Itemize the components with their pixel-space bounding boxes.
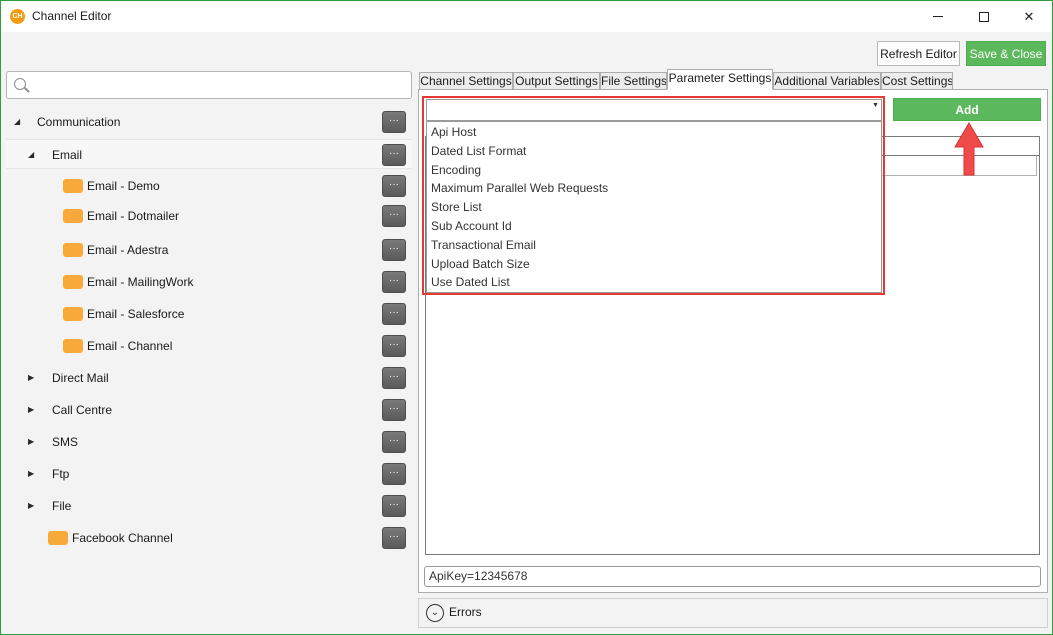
tree-item-label: Facebook Channel — [72, 531, 173, 545]
folder-icon — [48, 531, 68, 545]
channel-tree: ◢ Communication ··· ◢ Email ··· Email - Demo ··… — [6, 107, 412, 627]
tree-item[interactable]: Email - Channel ··· — [6, 331, 412, 361]
expand-icon[interactable]: ▶ — [28, 469, 38, 479]
tab-additional-variables[interactable]: Additional Variables — [773, 72, 881, 90]
tree-item[interactable]: Email - Salesforce ··· — [6, 299, 412, 329]
folder-icon — [63, 275, 83, 289]
refresh-editor-button[interactable]: Refresh Editor — [877, 41, 960, 66]
tree-item-label: Direct Mail — [52, 371, 109, 385]
more-options-button[interactable]: ··· — [382, 335, 406, 357]
close-icon: ✕ — [1023, 8, 1035, 24]
close-button[interactable]: ✕ — [1006, 1, 1052, 32]
folder-icon — [63, 179, 83, 193]
collapse-icon[interactable]: ◢ — [28, 150, 38, 160]
search-icon — [14, 78, 26, 90]
parameter-value-field[interactable]: ApiKey=12345678 — [424, 566, 1041, 587]
settings-tabstrip: Channel Settings Output Settings File Sett… — [419, 69, 1049, 90]
tree-item[interactable]: ◢ Communication ··· — [6, 107, 412, 137]
tree-item[interactable]: ▶ Call Centre ··· — [6, 395, 412, 425]
more-options-button[interactable]: ··· — [382, 431, 406, 453]
folder-icon — [63, 209, 83, 223]
tree-item[interactable]: Email - Demo ··· — [6, 171, 412, 201]
more-options-button[interactable]: ··· — [382, 463, 406, 485]
expand-icon[interactable]: ▶ — [28, 405, 38, 415]
chevron-down-icon[interactable]: ⌄ — [426, 604, 444, 622]
tab-output-settings[interactable]: Output Settings — [513, 72, 600, 90]
more-options-button[interactable]: ··· — [382, 271, 406, 293]
expand-icon[interactable]: ▶ — [28, 373, 38, 383]
tree-item-label: Call Centre — [52, 403, 113, 417]
tree-item[interactable]: ◢ Email ··· — [6, 139, 412, 169]
minimize-icon — [933, 16, 943, 17]
folder-icon — [63, 243, 83, 257]
more-options-button[interactable]: ··· — [382, 175, 406, 197]
title-bar: CH Channel Editor ✕ — [1, 1, 1052, 32]
more-options-button[interactable]: ··· — [382, 495, 406, 517]
more-options-button[interactable]: ··· — [382, 111, 406, 133]
highlight-box — [422, 96, 885, 295]
more-options-button[interactable]: ··· — [382, 367, 406, 389]
tab-file-settings[interactable]: File Settings — [600, 72, 667, 90]
tree-item-label: Communication — [37, 115, 121, 129]
tree-item[interactable]: ▶ Direct Mail ··· — [6, 363, 412, 393]
folder-icon — [63, 339, 83, 353]
tree-item-label: Email - Salesforce — [87, 307, 185, 321]
tree-item[interactable]: ▶ SMS ··· — [6, 427, 412, 457]
tree-item-label: Ftp — [52, 467, 70, 481]
tree-item-label: Email - Channel — [87, 339, 173, 353]
tree-item-label: Email — [52, 148, 83, 162]
tree-item-label: Email - Dotmailer — [87, 209, 180, 223]
more-options-button[interactable]: ··· — [382, 399, 406, 421]
save-and-close-button[interactable]: Save & Close — [966, 41, 1046, 66]
expand-icon[interactable]: ▶ — [28, 437, 38, 447]
add-parameter-button[interactable]: Add — [893, 98, 1041, 121]
more-options-button[interactable]: ··· — [382, 144, 406, 166]
minimize-button[interactable] — [915, 1, 961, 32]
arrow-up-icon — [954, 122, 984, 176]
tree-item[interactable]: ▶ Ftp ··· — [6, 459, 412, 489]
more-options-button[interactable]: ··· — [382, 527, 406, 549]
tree-item-label: Email - Adestra — [87, 243, 169, 257]
tree-item[interactable]: ▶ File ··· — [6, 491, 412, 521]
tab-channel-settings[interactable]: Channel Settings — [419, 72, 513, 90]
collapse-icon[interactable]: ◢ — [14, 117, 24, 127]
tree-item[interactable]: Email - Dotmailer ··· — [6, 201, 412, 231]
window-title: Channel Editor — [32, 9, 112, 23]
tree-item[interactable]: Email - Adestra ··· — [6, 235, 412, 265]
tree-item-label: SMS — [52, 435, 79, 449]
maximize-button[interactable] — [961, 1, 1007, 32]
tree-item-label: Email - Demo — [87, 179, 160, 193]
search-input[interactable] — [6, 71, 412, 99]
expand-icon[interactable]: ▶ — [28, 501, 38, 511]
tree-item-label: Email - MailingWork — [87, 275, 194, 289]
app-logo-icon: CH — [10, 9, 25, 24]
folder-icon — [63, 307, 83, 321]
more-options-button[interactable]: ··· — [382, 303, 406, 325]
errors-label: Errors — [449, 605, 482, 619]
more-options-button[interactable]: ··· — [382, 239, 406, 261]
maximize-icon — [979, 11, 989, 22]
tree-item[interactable]: Facebook Channel ··· — [6, 523, 412, 553]
tab-cost-settings[interactable]: Cost Settings — [881, 72, 953, 90]
tree-item-label: File — [52, 499, 72, 513]
tree-item[interactable]: Email - MailingWork ··· — [6, 267, 412, 297]
tab-parameter-settings[interactable]: Parameter Settings — [667, 69, 773, 90]
errors-expander[interactable]: ⌄ Errors — [418, 598, 1048, 628]
more-options-button[interactable]: ··· — [382, 205, 406, 227]
channel-editor-window: CH Channel Editor ✕ Refresh Editor Save … — [0, 0, 1053, 635]
